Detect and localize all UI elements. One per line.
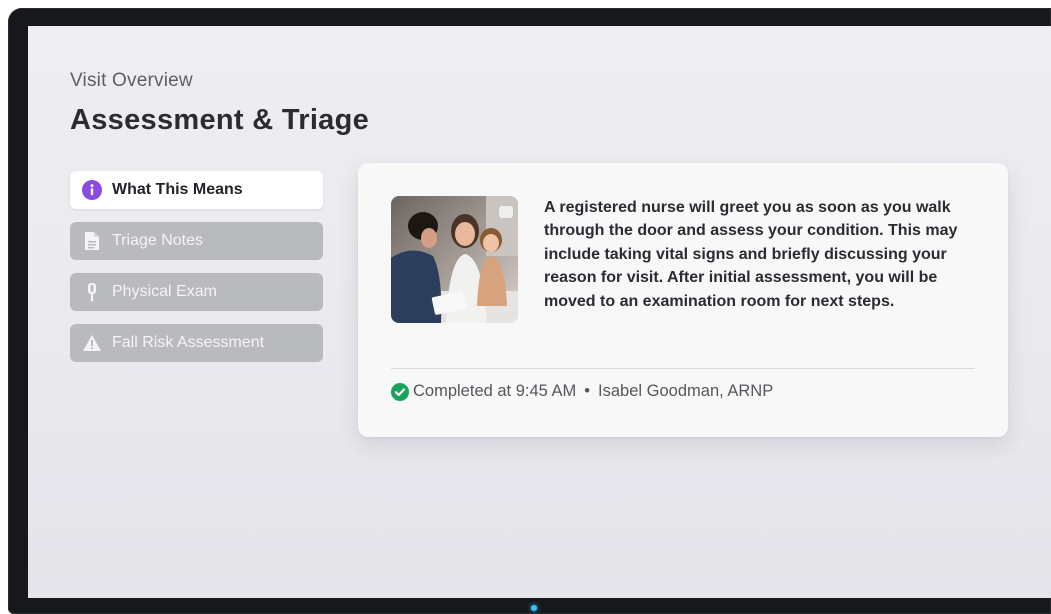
info-icon bbox=[82, 180, 102, 200]
info-card: A registered nurse will greet you as soo… bbox=[358, 163, 1008, 437]
document-icon bbox=[82, 231, 102, 251]
card-divider bbox=[391, 368, 975, 369]
warning-icon bbox=[82, 333, 102, 353]
check-circle-icon bbox=[391, 382, 409, 401]
nav-item-label: Triage Notes bbox=[112, 232, 203, 249]
section-nav: What This Means Triage Notes Physical Ex… bbox=[70, 171, 323, 375]
card-description: A registered nurse will greet you as soo… bbox=[544, 199, 958, 310]
provider-name: Isabel Goodman, ARNP bbox=[598, 382, 774, 400]
nav-item-triage-notes[interactable]: Triage Notes bbox=[70, 222, 323, 260]
nav-item-physical-exam[interactable]: Physical Exam bbox=[70, 273, 323, 311]
page-subtitle: Visit Overview bbox=[70, 70, 193, 91]
page-title: Assessment & Triage bbox=[70, 104, 370, 136]
tv-screen: Visit Overview Assessment & Triage What … bbox=[28, 26, 1051, 598]
nav-item-label: What This Means bbox=[112, 181, 243, 198]
power-led-indicator bbox=[531, 605, 537, 611]
completed-time: Completed at 9:45 AM bbox=[413, 382, 577, 400]
nav-item-what-this-means[interactable]: What This Means bbox=[70, 171, 323, 209]
nav-item-label: Fall Risk Assessment bbox=[112, 334, 265, 351]
status-separator: • bbox=[584, 382, 591, 400]
completion-status: Completed at 9:45 AM • Isabel Goodman, A… bbox=[391, 382, 773, 401]
nav-item-label: Physical Exam bbox=[112, 283, 217, 300]
nav-item-fall-risk-assessment[interactable]: Fall Risk Assessment bbox=[70, 324, 323, 362]
thermometer-icon bbox=[82, 282, 102, 302]
nurse-family-photo bbox=[391, 196, 518, 323]
